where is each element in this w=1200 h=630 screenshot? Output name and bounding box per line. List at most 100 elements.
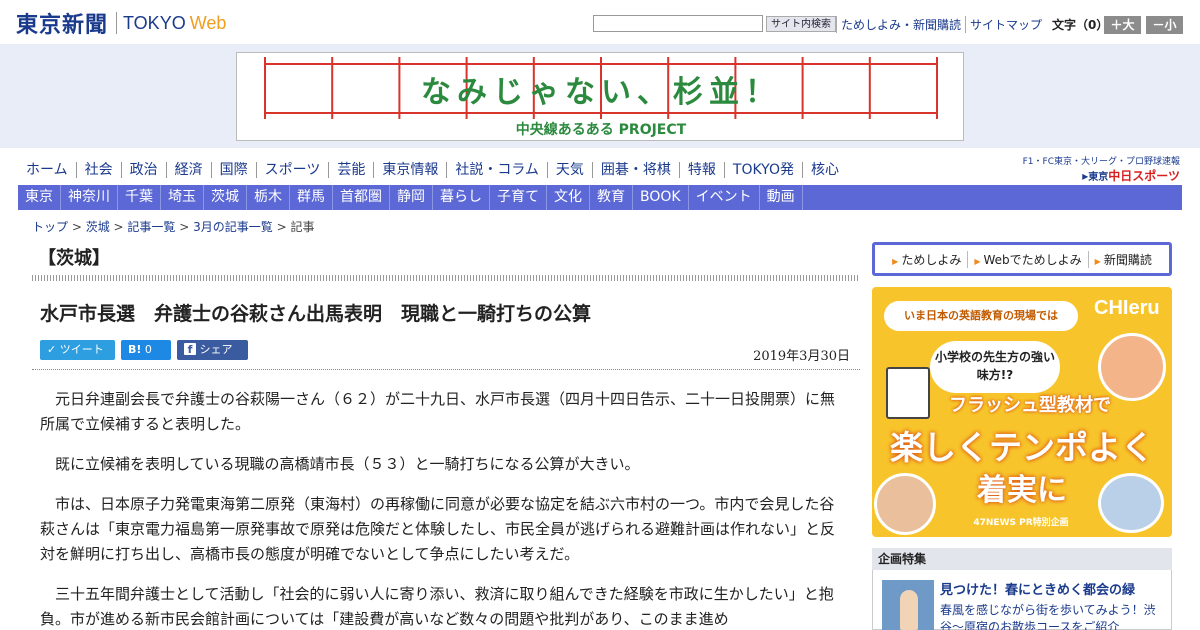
chunichi-prefix: 東京: [1088, 172, 1109, 183]
chunichi-name: ▸東京中日スポーツ: [1082, 169, 1180, 183]
twitter-bird-icon: ✓: [47, 343, 57, 356]
article-paragraph: 既に立候補を表明している現職の高橋靖市長（５３）と一騎打ちになる公算が大きい。: [55, 455, 640, 473]
trial-read-link[interactable]: ためしよみ: [886, 251, 967, 268]
main-nav-item[interactable]: ホーム: [18, 162, 76, 178]
main-nav-item[interactable]: スポーツ: [255, 162, 329, 178]
ad-footer: 47NEWS PR特別企画: [973, 518, 1069, 528]
font-size-decrease-button[interactable]: －小: [1146, 16, 1183, 34]
main-nav-item[interactable]: 社会: [75, 162, 121, 178]
region-nav: 東京 神奈川 千葉 埼玉 茨城 栃木 群馬 首都圏 静岡 暮らし 子育て 文化 …: [18, 185, 1182, 210]
sidebar-ad[interactable]: いま日本の英語教育の現場では CHIeru 小学校の先生方の強い味方!? フラッ…: [872, 287, 1172, 537]
logo-jp: 東京新聞: [16, 12, 109, 38]
region-nav-item[interactable]: 静岡: [390, 185, 433, 210]
ad-line-2: 楽しくテンポよく: [890, 428, 1154, 467]
font-size-increase-button[interactable]: ＋大: [1104, 16, 1141, 34]
ad-brand-logo: CHIeru: [1094, 297, 1160, 319]
breadcrumb-separator: >: [68, 220, 86, 234]
ad-photo-girl: [874, 473, 936, 535]
feature-heading: 企画特集: [872, 548, 1172, 570]
region-nav-item[interactable]: 文化: [547, 185, 590, 210]
web-trial-link[interactable]: Webでためしよみ: [967, 250, 1087, 268]
main-nav-item[interactable]: 国際: [210, 162, 256, 178]
feature-description[interactable]: 春風を感じながら街を歩いてみよう！渋谷～原宿のお散歩コースをご紹介: [940, 602, 1166, 630]
header-link-subscribe[interactable]: ためしよみ・新聞購読: [836, 15, 965, 33]
region-nav-item[interactable]: 東京: [18, 185, 61, 210]
region-nav-item[interactable]: 群馬: [290, 185, 333, 210]
main-nav: ホーム 社会 政治 経済 国際 スポーツ 芸能 東京情報 社説・コラム 天気 囲…: [18, 158, 847, 182]
region-nav-item[interactable]: 栃木: [247, 185, 290, 210]
breadcrumb: トップ > 茨城 > 記事一覧 > 3月の記事一覧 > 記事: [32, 218, 314, 235]
breadcrumb-month[interactable]: 3月の記事一覧: [193, 220, 273, 234]
main-nav-item[interactable]: 天気: [546, 162, 592, 178]
hatena-b-icon: B!: [128, 343, 142, 356]
region-nav-item[interactable]: 首都圏: [333, 185, 390, 210]
main-nav-item[interactable]: 東京情報: [373, 162, 446, 178]
header-link-sitemap[interactable]: サイトマップ: [965, 15, 1046, 33]
chunichi-tagline: F1・FC東京・大リーグ・プロ野球速報: [1022, 157, 1180, 167]
main-nav-item[interactable]: 社説・コラム: [446, 162, 547, 178]
region-nav-item[interactable]: 神奈川: [61, 185, 118, 210]
region-nav-item[interactable]: 千葉: [118, 185, 161, 210]
logo-divider: [116, 12, 118, 34]
main-nav-item[interactable]: 囲碁・将棋: [591, 162, 679, 178]
ad-banner[interactable]: なみじゃない、杉並！ 中央線あるある PROJECT: [236, 52, 964, 141]
region-nav-item[interactable]: BOOK: [633, 185, 689, 210]
article-body: 元日弁連副会長で弁護士の谷萩陽一さん（６２）が二十九日、水戸市長選（四月十四日告…: [40, 387, 840, 630]
ad-top-pill: いま日本の英語教育の現場では: [884, 301, 1078, 331]
chunichi-title: 中日スポーツ: [1108, 169, 1180, 183]
main-nav-item[interactable]: 核心: [801, 162, 847, 178]
tweet-button[interactable]: ✓ ツイート: [40, 340, 115, 360]
ad-line-1: フラッシュ型教材で: [949, 395, 1111, 416]
breadcrumb-separator: >: [175, 220, 194, 234]
breadcrumb-separator: >: [109, 220, 128, 234]
region-nav-item[interactable]: 子育て: [490, 185, 547, 210]
ad-speech-bubble: 小学校の先生方の強い味方!?: [930, 341, 1060, 393]
chunichi-sports-link[interactable]: F1・FC東京・大リーグ・プロ野球速報 ▸東京中日スポーツ: [1020, 154, 1180, 184]
region-nav-item[interactable]: 埼玉: [161, 185, 204, 210]
section-divider: [32, 275, 860, 281]
hatena-bookmark-button[interactable]: B! 0: [121, 340, 171, 360]
region-nav-item[interactable]: 暮らし: [433, 185, 490, 210]
site-logo[interactable]: 東京新聞 TOKYO Web: [16, 9, 226, 38]
region-nav-item[interactable]: イベント: [689, 185, 760, 210]
banner-headline: なみじゃない、杉並！: [421, 75, 781, 110]
logo-en: TOKYO Web: [123, 13, 226, 34]
main-nav-item[interactable]: TOKYO発: [723, 162, 802, 178]
region-nav-item[interactable]: 動画: [760, 185, 803, 210]
main-nav-item[interactable]: 政治: [120, 162, 166, 178]
site-search-button[interactable]: サイト内検索: [766, 16, 836, 32]
feature-thumb-figure: [900, 590, 918, 630]
banner-subline: 中央線あるある PROJECT: [515, 122, 687, 138]
breadcrumb-top[interactable]: トップ: [32, 220, 68, 234]
article-date: 2019年3月30日: [753, 349, 850, 364]
feature-thumbnail[interactable]: [882, 580, 934, 630]
article-paragraph: 市は、日本原子力発電東海第二原発（東海村）の再稼働に同意が必要な協定を結ぶ六市村…: [40, 495, 836, 563]
article-divider: [32, 369, 860, 370]
main-nav-item[interactable]: 特報: [678, 162, 724, 178]
subscription-links: ためしよみ Webでためしよみ 新聞購読: [872, 242, 1172, 276]
feature-title[interactable]: 見つけた！春にときめく都会の緑: [940, 579, 1135, 598]
font-size-label: 文字（0）: [1052, 17, 1109, 32]
region-nav-item[interactable]: 茨城: [204, 185, 247, 210]
site-header: 東京新聞 TOKYO Web サイト内検索 ためしよみ・新聞購読 サイトマップ 文…: [0, 0, 1200, 44]
breadcrumb-articles[interactable]: 記事一覧: [127, 220, 175, 234]
header-links: ためしよみ・新聞購読 サイトマップ 文字（0）: [836, 14, 1108, 34]
facebook-share-button[interactable]: f シェア 0: [177, 340, 248, 376]
article-region-label: 【茨城】: [38, 248, 110, 269]
hatena-count: 0: [144, 343, 152, 356]
main-nav-item[interactable]: 経済: [165, 162, 211, 178]
facebook-f-icon: f: [184, 343, 196, 356]
breadcrumb-region[interactable]: 茨城: [86, 220, 110, 234]
breadcrumb-current: 記事: [290, 220, 315, 234]
main-nav-item[interactable]: 芸能: [328, 162, 373, 178]
site-search-input[interactable]: [593, 15, 763, 32]
logo-en-tokyo: TOKYO: [123, 12, 186, 33]
region-nav-item[interactable]: 教育: [590, 185, 633, 210]
ad-photo-student: [1098, 473, 1164, 533]
article-paragraph: 三十五年間弁護士として活動し「社会的に弱い人に寄り添い、救済に取り組んできた経験…: [40, 585, 834, 628]
tweet-label: ツイート: [59, 343, 104, 356]
article-paragraph: 元日弁連副会長で弁護士の谷萩陽一さん（６２）が二十九日、水戸市長選（四月十四日告…: [40, 390, 836, 433]
subscribe-link[interactable]: 新聞購読: [1087, 250, 1158, 268]
article-title: 水戸市長選 弁護士の谷萩さん出馬表明 現職と一騎打ちの公算: [40, 303, 592, 325]
logo-en-web: Web: [189, 12, 227, 33]
